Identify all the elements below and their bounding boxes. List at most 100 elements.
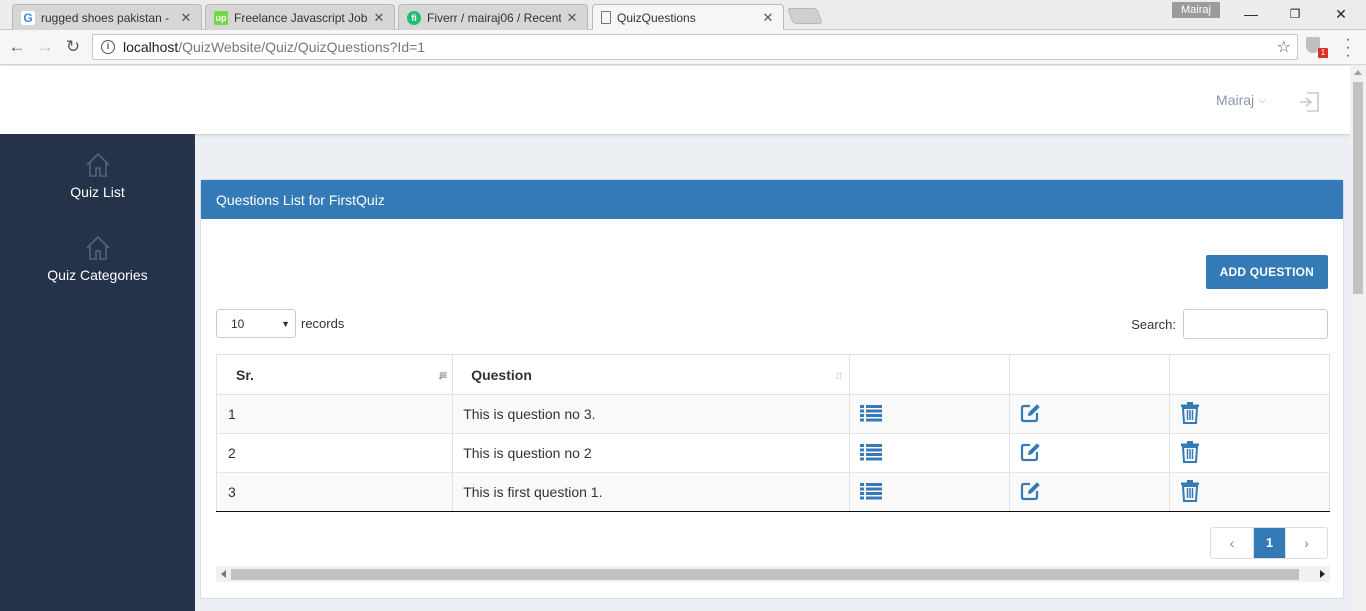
scroll-right-icon[interactable] [1320,570,1325,578]
user-name: Mairaj [1216,92,1255,108]
trash-icon[interactable] [1180,401,1200,424]
user-menu[interactable]: Mairaj ⌵ [1216,92,1266,108]
table-row: 2 This is question no 2 [215,433,1331,473]
sort-both-icon: ↓↑ [834,368,844,382]
sidebar: Quiz List Quiz Categories [0,134,195,611]
info-icon[interactable]: i [101,40,115,54]
column-header-question[interactable]: Question ↓↑ [452,354,850,395]
scrollbar-thumb[interactable] [1353,82,1363,294]
browser-tab-active[interactable]: QuizQuestions ✕ [592,4,784,30]
questions-table: Sr. ↓≡ Question ↓↑ 1 This is question no… [215,354,1331,512]
table-header-row: Sr. ↓≡ Question ↓↑ [215,354,1331,395]
cell-question: This is question no 3. [452,394,850,434]
cell-edit [1009,433,1170,473]
google-icon: G [21,10,35,25]
search-label: Search: [1131,316,1176,332]
close-icon[interactable]: ✕ [761,10,775,26]
scrollbar-thumb[interactable] [231,569,1299,580]
vertical-scrollbar[interactable] [1350,66,1366,611]
search-input[interactable] [1183,309,1328,339]
browser-tab-strip: G rugged shoes pakistan - ✕ up Freelance… [0,0,1366,30]
trash-icon[interactable] [1180,479,1200,502]
sort-asc-icon: ↓≡ [437,368,447,382]
records-length-control: 10 ▼ records [216,309,344,338]
close-icon[interactable]: ✕ [372,10,386,26]
column-header-details [849,354,1010,395]
cell-delete [1169,394,1331,434]
browser-tab-title: Fiverr / mairaj06 / Recent [427,10,561,25]
search-control: Search: [1131,309,1328,339]
pagination-page-button[interactable]: 1 [1253,528,1285,558]
column-header-edit [1009,354,1170,395]
cell-question: This is question no 2 [452,433,850,473]
table-row: 1 This is question no 3. [215,394,1331,434]
records-label: records [301,316,345,331]
browser-tab[interactable]: G rugged shoes pakistan - ✕ [12,4,202,30]
browser-toolbar: ← → ↻ i localhost/QuizWebsite/Quiz/QuizQ… [0,30,1366,65]
records-per-page-value: 10 [231,316,245,331]
cell-edit [1009,472,1170,512]
add-question-button[interactable]: ADD QUESTION [1205,255,1328,289]
browser-menu-icon[interactable]: · · · [1340,32,1356,64]
pagination-prev-button[interactable]: ‹ [1211,528,1253,558]
edit-icon[interactable] [1020,481,1042,501]
bookmark-star-icon[interactable]: ☆ [1277,37,1291,57]
panel-title: Questions List for FirstQuiz [201,180,1343,219]
page-icon [601,11,611,24]
browser-tab-title: rugged shoes pakistan - [41,10,170,25]
column-header-sr[interactable]: Sr. ↓≡ [215,354,454,395]
reload-icon[interactable]: ↻ [62,36,84,58]
browser-tab-title: Freelance Javascript Jobs [234,10,368,25]
logout-icon[interactable] [1298,92,1320,112]
pagination-next-button[interactable]: › [1285,528,1327,558]
cell-delete [1169,433,1331,473]
questions-panel: Questions List for FirstQuiz ADD QUESTIO… [200,179,1344,599]
browser-tab[interactable]: up Freelance Javascript Jobs ✕ [205,4,395,30]
fiverr-icon: fi [407,10,421,25]
edit-icon[interactable] [1020,403,1042,423]
new-tab-button[interactable] [787,8,823,24]
cell-delete [1169,472,1331,512]
edit-icon[interactable] [1020,442,1042,462]
chevron-down-icon: ⌵ [1259,94,1266,105]
list-icon[interactable] [859,443,882,461]
list-icon[interactable] [859,482,882,500]
url-host: localhost [123,39,179,55]
close-icon[interactable]: ✕ [179,10,193,26]
home-icon [85,152,110,177]
cell-details [849,394,1010,434]
window-close-icon[interactable]: ✕ [1318,4,1364,24]
sidebar-item-label: Quiz List [70,184,125,200]
cell-details [849,472,1010,512]
app-header: Mairaj ⌵ [0,66,1350,134]
address-bar[interactable]: i localhost/QuizWebsite/Quiz/QuizQuestio… [92,34,1298,60]
restore-icon[interactable]: ❐ [1272,4,1318,24]
column-header-label: Question [471,366,532,383]
column-header-delete [1169,354,1331,395]
cell-edit [1009,394,1170,434]
extension-badge: 1 [1318,48,1328,58]
cell-sr: 3 [215,472,454,512]
scroll-left-icon[interactable] [221,570,226,578]
cell-sr: 2 [215,433,454,473]
trash-icon[interactable] [1180,440,1200,463]
records-per-page-select[interactable]: 10 ▼ [216,309,296,338]
horizontal-scrollbar[interactable] [216,566,1330,582]
forward-arrow-icon[interactable]: → [34,36,56,58]
browser-profile-badge[interactable]: Mairaj [1172,2,1220,18]
minimize-icon[interactable]: — [1228,4,1274,24]
column-header-label: Sr. [236,366,254,383]
browser-tab[interactable]: fi Fiverr / mairaj06 / Recent ✕ [398,4,588,30]
browser-tab-title: QuizQuestions [617,10,696,25]
upwork-icon: up [214,10,228,25]
url-path: /QuizWebsite/Quiz/QuizQuestions?Id=1 [178,39,426,55]
table-row: 3 This is first question 1. [215,472,1331,512]
extension-shield-icon[interactable]: 1 [1306,37,1328,58]
cell-details [849,433,1010,473]
sidebar-item-quiz-list[interactable]: Quiz List [0,152,195,200]
caret-down-icon: ▼ [281,318,290,329]
close-icon[interactable]: ✕ [565,10,579,26]
back-arrow-icon[interactable]: ← [6,36,28,58]
list-icon[interactable] [859,404,882,422]
sidebar-item-quiz-categories[interactable]: Quiz Categories [0,235,195,283]
